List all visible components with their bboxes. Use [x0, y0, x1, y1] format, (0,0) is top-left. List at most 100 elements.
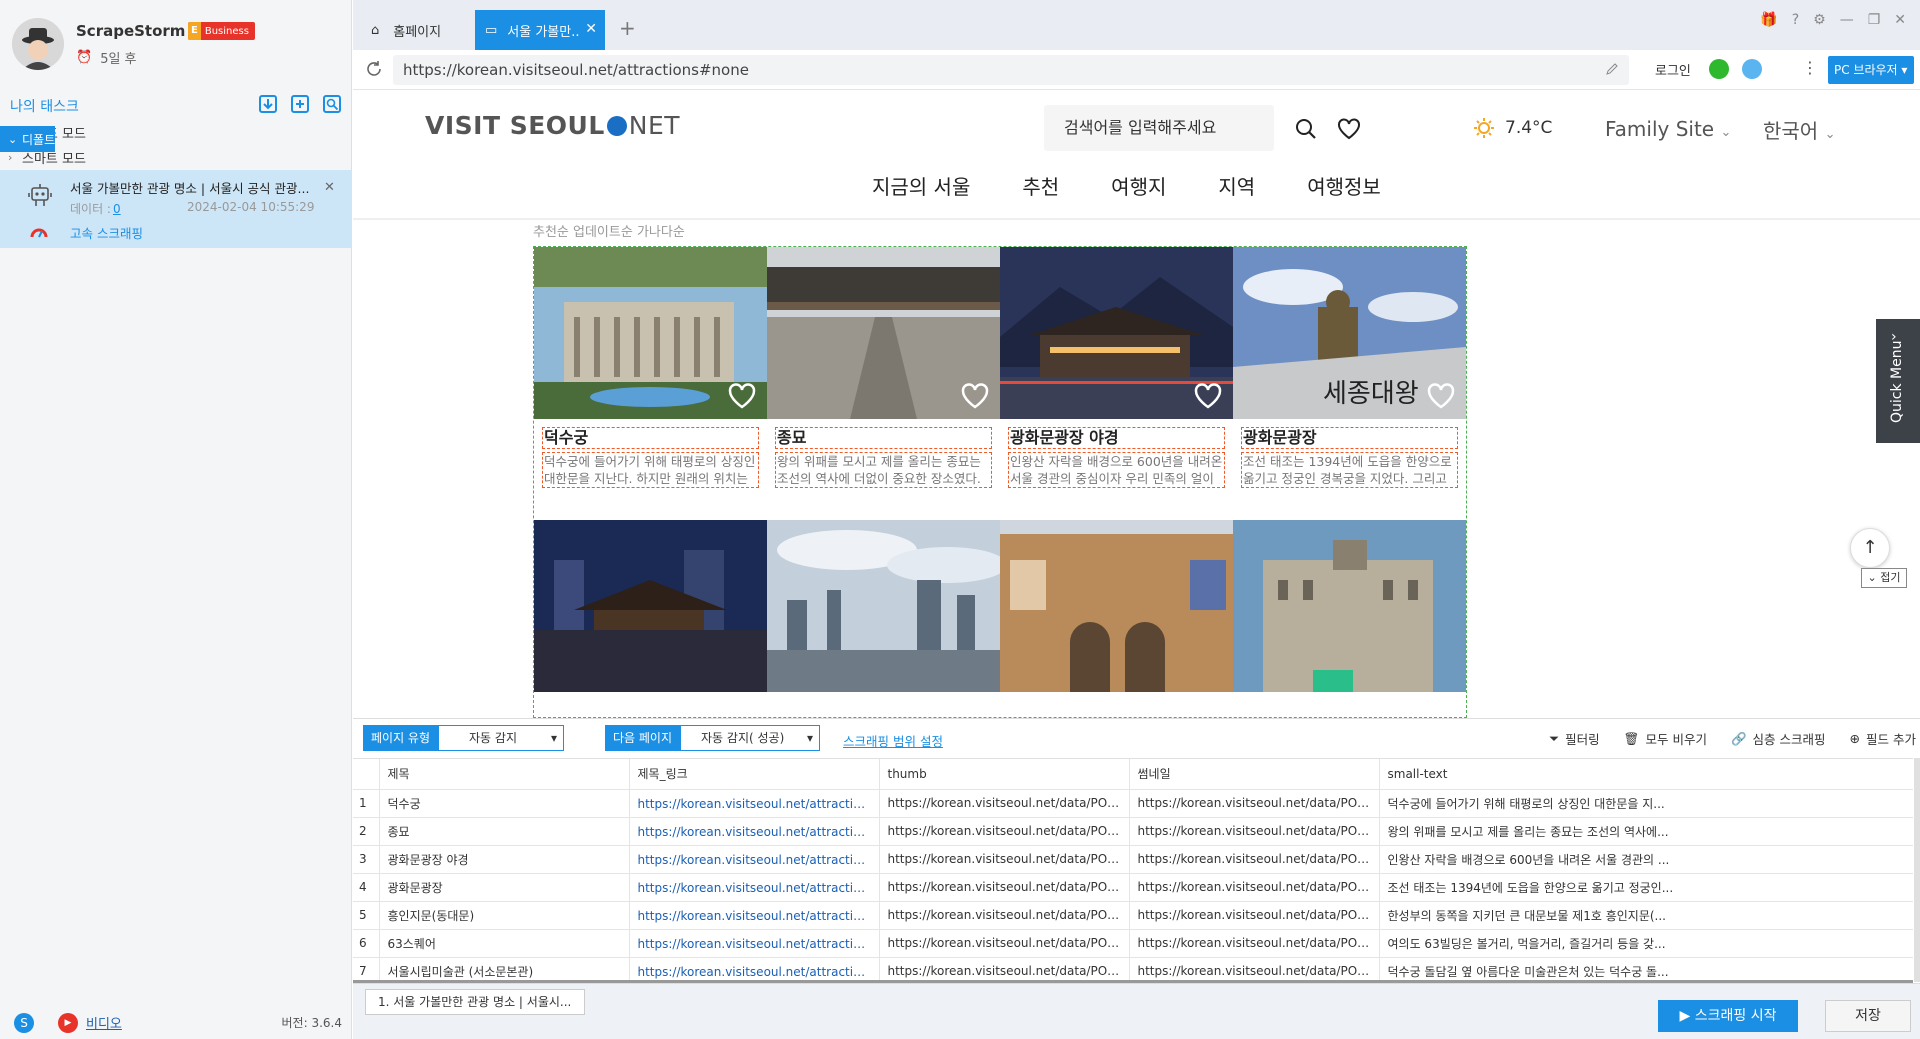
task-title[interactable]: 서울 가볼만한 관광 명소 | 서울시 공식 관광... [70, 178, 320, 197]
table-row[interactable]: 6 63스퀘어 https://korean.visitseoul.net/attr… [353, 929, 1913, 958]
new-tab-icon[interactable]: + [619, 16, 636, 40]
refresh-icon[interactable] [365, 60, 383, 78]
search-icon[interactable] [1295, 118, 1317, 140]
column-header-title-link[interactable]: 제목_링크 [629, 759, 880, 790]
avatar[interactable] [12, 18, 64, 70]
add-field-button[interactable]: ⊕ 필드 추가 [1850, 729, 1916, 748]
attraction-title[interactable]: 덕수궁 [542, 427, 759, 449]
column-header-thumbnail[interactable]: 썸네일 [1129, 759, 1380, 790]
table-row[interactable]: 7 서울시립미술관 (서소문본관) https://korean.visitseou… [353, 957, 1913, 982]
filter-button[interactable]: ⏷ 필터링 [1549, 729, 1600, 748]
small-text-cell[interactable]: 조선 태조는 1394년에 도읍을 한양으로 옮기고 정궁인... [1379, 873, 1913, 902]
attraction-title[interactable]: 광화문광장 야경 [1008, 427, 1225, 449]
title-cell[interactable]: 광화문광장 [379, 873, 630, 902]
thumbnail-cell[interactable]: https://korean.visitseoul.net/data/POST/… [1129, 957, 1380, 982]
table-row[interactable]: 2 종묘 https://korean.visitseoul.net/attract… [353, 817, 1913, 846]
edit-pencil-icon[interactable] [1605, 62, 1619, 76]
fold-button[interactable]: ⌄ 접기 [1861, 568, 1907, 588]
site-search-input[interactable]: 검색어를 입력해주세요 [1044, 105, 1274, 151]
thumb-cell[interactable]: https://korean.visitseoul.net/data/POST/… [879, 929, 1130, 958]
gift-icon[interactable]: 🎁 [1760, 12, 1777, 28]
page-tab[interactable]: 1. 서울 가볼만한 관광 명소 | 서울시... [365, 989, 585, 1015]
family-site-dropdown[interactable]: Family Site ⌄ [1605, 117, 1731, 141]
start-scraping-button[interactable]: ▶ 스크래핑 시작 [1658, 1000, 1798, 1032]
small-text-cell[interactable]: 덕수궁 돌담길 옆 아름다운 미술관은처 있는 덕수궁 돌... [1379, 957, 1913, 982]
table-row[interactable]: 3 광화문광장 야경 https://korean.visitseoul.net/a… [353, 845, 1913, 874]
green-status-icon[interactable] [1709, 59, 1729, 79]
thumb-cell[interactable]: https://korean.visitseoul.net/data/POST/… [879, 901, 1130, 930]
more-menu-icon[interactable]: ⋮ [1802, 58, 1818, 77]
small-text-cell[interactable]: 왕의 위패를 모시고 제를 올리는 종묘는 조선의 역사에... [1379, 817, 1913, 846]
thumbnail-cell[interactable]: https://korean.visitseoul.net/data/POST/… [1129, 817, 1380, 846]
row-index-cell[interactable]: 5 [353, 901, 380, 930]
site-logo[interactable]: VISIT SEOUL NET [425, 111, 680, 140]
nav-item-now-seoul[interactable]: 지금의 서울 [872, 171, 970, 200]
task-card[interactable]: 서울 가볼만한 관광 명소 | 서울시 공식 관광... ✕ 데이터 :0 20… [0, 170, 352, 248]
table-row[interactable]: 1 덕수궁 https://korean.visitseoul.net/attrac… [353, 789, 1913, 818]
title-link-cell[interactable]: https://korean.visitseoul.net/attraction… [629, 901, 880, 930]
url-input[interactable]: https://korean.visitseoul.net/attraction… [393, 55, 1629, 85]
scrape-scope-link[interactable]: 스크래핑 범위 설정 [843, 731, 943, 750]
save-button[interactable]: 저장 [1825, 1000, 1911, 1032]
thumb-cell[interactable]: https://korean.visitseoul.net/data/POST/… [879, 845, 1130, 874]
youtube-icon[interactable]: ▶ [58, 1012, 78, 1033]
nav-item-destinations[interactable]: 여행지 [1111, 171, 1166, 200]
attraction-title[interactable]: 광화문광장 [1241, 427, 1458, 449]
page-type-value[interactable]: 자동 감지 [438, 725, 565, 751]
title-link-cell[interactable]: https://korean.visitseoul.net/attraction… [629, 789, 880, 818]
page-type-select[interactable]: 페이지 유형 자동 감지 [363, 725, 565, 751]
task-data-count[interactable]: 0 [113, 202, 121, 216]
title-cell[interactable]: 흥인지문(동대문) [379, 901, 630, 930]
next-page-value[interactable]: 자동 감지( 성공) [680, 725, 821, 751]
gear-icon[interactable]: ⚙ [1813, 12, 1826, 28]
import-task-icon[interactable] [258, 94, 280, 116]
small-text-cell[interactable]: 덕수궁에 들어가기 위해 태평로의 상징인 대한문을 지... [1379, 789, 1913, 818]
column-header-title[interactable]: 제목 [379, 759, 630, 790]
small-text-cell[interactable]: 여의도 63빌딩은 볼거리, 먹을거리, 즐길거리 등을 갖... [1379, 929, 1913, 958]
scroll-to-top-button[interactable]: ↑ [1850, 528, 1890, 568]
favorite-heart-icon[interactable] [728, 383, 756, 409]
heart-icon[interactable] [1337, 118, 1361, 140]
nav-item-region[interactable]: 지역 [1218, 171, 1255, 200]
skype-icon[interactable]: S [14, 1012, 34, 1033]
tab-home[interactable]: ⌂ 홈페이지 [357, 10, 473, 50]
favorite-heart-icon[interactable] [1194, 383, 1222, 409]
nav-item-travel-info[interactable]: 여행정보 [1307, 171, 1381, 200]
video-link[interactable]: 비디오 [86, 1013, 122, 1032]
thumb-cell[interactable]: https://korean.visitseoul.net/data/POST/… [879, 817, 1130, 846]
login-button[interactable]: 로그인 [1655, 60, 1691, 79]
column-header-thumb[interactable]: thumb [879, 759, 1130, 790]
small-text-cell[interactable]: 인왕산 자락을 배경으로 600년을 내려온 서울 경관의 ... [1379, 845, 1913, 874]
thumbnail-cell[interactable]: https://korean.visitseoul.net/data/POST/… [1129, 929, 1380, 958]
attraction-title[interactable]: 종묘 [775, 427, 992, 449]
favorite-heart-icon[interactable] [1427, 383, 1455, 409]
row-index-cell[interactable]: 7 [353, 957, 380, 982]
thumbnail-cell[interactable]: https://korean.visitseoul.net/data/POST/… [1129, 901, 1380, 930]
attraction-image[interactable] [534, 520, 767, 692]
title-cell[interactable]: 광화문광장 야경 [379, 845, 630, 874]
title-link-cell[interactable]: https://korean.visitseoul.net/attraction… [629, 957, 880, 982]
title-link-cell[interactable]: https://korean.visitseoul.net/attraction… [629, 929, 880, 958]
title-cell[interactable]: 서울시립미술관 (서소문본관) [379, 957, 630, 982]
thumbnail-cell[interactable]: https://korean.visitseoul.net/data/POST/… [1129, 873, 1380, 902]
vertical-scrollbar[interactable] [1914, 758, 1920, 982]
title-cell[interactable]: 덕수궁 [379, 789, 630, 818]
table-row[interactable]: 5 흥인지문(동대문) https://korean.visitseoul.net/… [353, 901, 1913, 930]
language-dropdown[interactable]: 한국어 ⌄ [1763, 115, 1835, 144]
attraction-image[interactable] [767, 520, 1000, 692]
maximize-icon[interactable]: ❐ [1868, 12, 1881, 28]
pc-browser-dropdown[interactable]: PC 브라우저 ▾ [1828, 56, 1914, 84]
title-link-cell[interactable]: https://korean.visitseoul.net/attraction… [629, 873, 880, 902]
title-cell[interactable]: 63스퀘어 [379, 929, 630, 958]
new-task-icon[interactable] [290, 94, 312, 116]
thumbnail-cell[interactable]: https://korean.visitseoul.net/data/POST/… [1129, 845, 1380, 874]
help-icon[interactable]: ? [1792, 12, 1799, 28]
sort-tabs[interactable]: 추천순 업데이트순 가나다순 [533, 221, 685, 240]
search-task-icon[interactable] [322, 94, 344, 116]
thumb-cell[interactable]: https://korean.visitseoul.net/data/POST/… [879, 957, 1130, 982]
clear-all-button[interactable]: 🗑 모두 비우기 [1624, 729, 1707, 748]
tree-node-default[interactable]: ⌄ 디폴트 [0, 126, 1528, 615]
quick-menu-button[interactable]: Quick Menu › [1876, 319, 1920, 443]
row-index-cell[interactable]: 2 [353, 817, 380, 846]
close-tab-icon[interactable]: ✕ [585, 21, 597, 37]
